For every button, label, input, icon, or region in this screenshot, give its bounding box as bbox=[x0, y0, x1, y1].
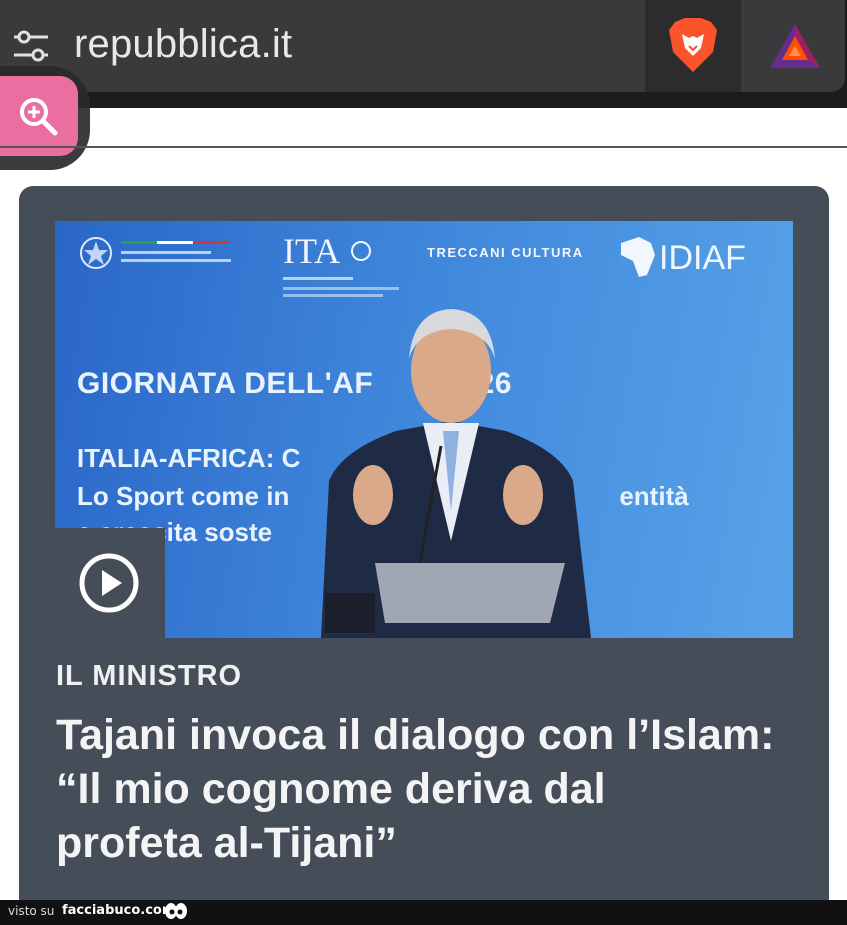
hero-subtitle-2-left: Lo Sport come in bbox=[77, 481, 290, 511]
podium bbox=[325, 563, 565, 633]
headline-line-2[interactable]: “Il mio cognome deriva dal bbox=[56, 762, 816, 816]
hero-subtitle-1: ITALIA-AFRICA: C bbox=[77, 443, 301, 473]
headline-line-1[interactable]: Tajani invoca il dialogo con l’Islam: bbox=[56, 708, 816, 762]
brave-lion-icon bbox=[669, 18, 717, 72]
watermark-site: facciabuco.com bbox=[62, 903, 176, 918]
treccani-logo-text: TRECCANI CULTURA bbox=[427, 245, 584, 260]
italian-republic-emblem-icon bbox=[80, 237, 112, 269]
address-bar[interactable]: repubblica.it bbox=[0, 0, 845, 92]
hero-subtitle-2-right: entità bbox=[619, 481, 689, 511]
bat-triangle-icon[interactable] bbox=[768, 22, 822, 70]
idiaf-logo: IDIAF bbox=[621, 237, 746, 277]
treccani-logo: TRECCANI CULTURA bbox=[427, 245, 584, 260]
idiaf-logo-text: IDIAF bbox=[659, 239, 746, 277]
video-play-button[interactable] bbox=[55, 528, 165, 638]
article-kicker: IL MINISTRO bbox=[56, 660, 243, 692]
headline-line-3[interactable]: profeta al-Tijani” bbox=[56, 816, 816, 870]
url-text[interactable]: repubblica.it bbox=[74, 22, 292, 67]
ministry-logo-icon bbox=[121, 241, 231, 262]
page-divider bbox=[0, 146, 847, 148]
zoom-in-icon bbox=[20, 98, 58, 136]
zoom-button[interactable] bbox=[0, 76, 78, 156]
article-headline[interactable]: Tajani invoca il dialogo con l’Islam: “I… bbox=[56, 708, 816, 870]
hero-image[interactable]: ITA TRECCANI CULTURA IDIAF GIORNATA DELL… bbox=[55, 221, 793, 638]
tune-icon[interactable] bbox=[12, 28, 50, 64]
watermark-eyes-icon bbox=[165, 903, 187, 919]
play-circle-icon bbox=[79, 553, 139, 613]
brave-shields-button[interactable] bbox=[645, 0, 741, 92]
ita-logo-text: ITA bbox=[283, 231, 340, 271]
watermark-visto: visto su bbox=[8, 904, 55, 918]
